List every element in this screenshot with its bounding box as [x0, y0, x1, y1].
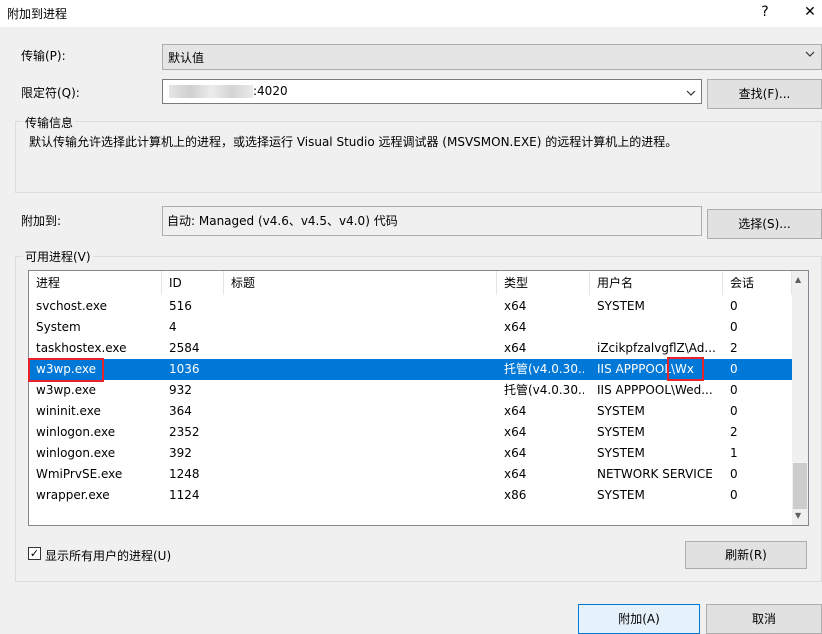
- cell-process: taskhostex.exe: [36, 341, 127, 355]
- scrollbar-thumb[interactable]: [793, 463, 807, 509]
- cell-session: 2: [730, 341, 738, 355]
- qualifier-label: 限定符(Q):: [21, 86, 80, 100]
- qualifier-combobox[interactable]: :4020: [162, 79, 702, 104]
- close-button[interactable]: ✕: [800, 4, 820, 20]
- cell-session: 1: [730, 446, 738, 460]
- cell-session: 0: [730, 383, 738, 397]
- window-title: 附加到进程: [7, 7, 68, 21]
- cell-session: 2: [730, 425, 738, 439]
- select-button[interactable]: 选择(S)...: [707, 209, 822, 239]
- available-processes-label: 可用进程(V): [23, 248, 93, 265]
- table-row[interactable]: wininit.exe 364 x64 SYSTEM 0: [29, 401, 792, 422]
- vertical-scrollbar[interactable]: ▲ ▼: [792, 271, 808, 525]
- column-header-title[interactable]: 标题: [224, 271, 497, 295]
- cell-type: x64: [504, 467, 527, 481]
- cell-id: 516: [169, 299, 192, 313]
- cell-process: wrapper.exe: [36, 488, 110, 502]
- redacted-host: [169, 85, 253, 98]
- cell-id: 4: [169, 320, 177, 334]
- column-header-session[interactable]: 会话: [723, 271, 792, 295]
- cell-process: wininit.exe: [36, 404, 101, 418]
- cell-user: IIS APPPOOL\Wed...: [597, 383, 713, 397]
- transport-dropdown[interactable]: 默认值: [162, 44, 822, 70]
- transport-label: 传输(P):: [21, 49, 66, 63]
- column-header-type[interactable]: 类型: [497, 271, 590, 295]
- table-row[interactable]: System 4 x64 0: [29, 317, 792, 338]
- column-header-user[interactable]: 用户名: [590, 271, 723, 295]
- cell-user: SYSTEM: [597, 404, 645, 418]
- show-all-users-checkbox[interactable]: ✓: [28, 547, 41, 560]
- help-button[interactable]: ?: [755, 4, 775, 20]
- cell-process: svchost.exe: [36, 299, 107, 313]
- cell-user: iZcikpfzalvgflZ\Ad...: [597, 341, 716, 355]
- cell-user: SYSTEM: [597, 299, 645, 313]
- table-row[interactable]: winlogon.exe 2352 x64 SYSTEM 2: [29, 422, 792, 443]
- column-header-process[interactable]: 进程: [29, 271, 162, 295]
- scroll-up-icon[interactable]: ▲: [795, 275, 801, 284]
- cell-user: SYSTEM: [597, 488, 645, 502]
- cell-id: 932: [169, 383, 192, 397]
- highlight-box-process: [28, 358, 104, 382]
- table-row[interactable]: WmiPrvSE.exe 1248 x64 NETWORK SERVICE 0: [29, 464, 792, 485]
- table-row[interactable]: wrapper.exe 1124 x86 SYSTEM 0: [29, 485, 792, 506]
- cell-id: 2584: [169, 341, 200, 355]
- cell-type: x64: [504, 425, 527, 439]
- cell-session: 0: [730, 488, 738, 502]
- attach-to-field: 自动: Managed (v4.6、v4.5、v4.0) 代码: [162, 206, 702, 236]
- transport-info-title: 传输信息: [23, 114, 76, 131]
- refresh-button[interactable]: 刷新(R): [685, 541, 807, 569]
- cell-session: 0: [730, 404, 738, 418]
- transport-info-text: 默认传输允许选择此计算机上的进程，或选择运行 Visual Studio 远程调…: [29, 135, 678, 149]
- transport-info-group: [15, 121, 822, 193]
- cell-process: w3wp.exe: [36, 383, 96, 397]
- cell-process: winlogon.exe: [36, 425, 116, 439]
- cell-type: x64: [504, 320, 527, 334]
- column-header-id[interactable]: ID: [162, 271, 224, 295]
- cell-session: 0: [730, 362, 738, 376]
- cell-type: x64: [504, 446, 527, 460]
- cell-id: 2352: [169, 425, 200, 439]
- cell-session: 0: [730, 299, 738, 313]
- qualifier-value: :4020: [253, 84, 288, 98]
- process-list[interactable]: 进程 ID 标题 类型 用户名 会话 svchost.exe 516 x64 SYST…: [28, 270, 809, 526]
- cell-type: x64: [504, 341, 527, 355]
- attach-button[interactable]: 附加(A): [578, 604, 700, 634]
- title-bar: [0, 0, 822, 27]
- table-row[interactable]: w3wp.exe 932 托管(v4.0.30... IIS APPPOOL\Wed.…: [29, 380, 792, 401]
- cell-user: SYSTEM: [597, 446, 645, 460]
- cell-session: 0: [730, 467, 738, 481]
- cell-user: SYSTEM: [597, 425, 645, 439]
- cell-type: x86: [504, 488, 527, 502]
- cell-user: NETWORK SERVICE: [597, 467, 713, 481]
- cell-process: winlogon.exe: [36, 446, 116, 460]
- scroll-down-icon[interactable]: ▼: [795, 511, 801, 520]
- cell-type: 托管(v4.0.30...: [504, 362, 584, 376]
- cancel-button[interactable]: 取消: [706, 604, 822, 634]
- chevron-down-icon[interactable]: [686, 86, 696, 100]
- find-button[interactable]: 查找(F)...: [707, 79, 822, 109]
- table-row[interactable]: svchost.exe 516 x64 SYSTEM 0: [29, 296, 792, 317]
- chevron-down-icon: [805, 50, 815, 61]
- attach-to-label: 附加到:: [21, 214, 62, 228]
- table-row[interactable]: taskhostex.exe 2584 x64 iZcikpfzalvgflZ\Ad.…: [29, 338, 792, 359]
- cell-process: WmiPrvSE.exe: [36, 467, 123, 481]
- cell-id: 392: [169, 446, 192, 460]
- show-all-users-label[interactable]: 显示所有用户的进程(U): [45, 547, 171, 564]
- cell-type: x64: [504, 404, 527, 418]
- cell-process: System: [36, 320, 81, 334]
- cell-id: 1036: [169, 362, 200, 376]
- cell-id: 1248: [169, 467, 200, 481]
- attach-to-value: 自动: Managed (v4.6、v4.5、v4.0) 代码: [167, 214, 398, 228]
- highlight-box-user: [667, 357, 704, 381]
- transport-value: 默认值: [168, 51, 205, 65]
- cell-id: 1124: [169, 488, 200, 502]
- cell-type: 托管(v4.0.30...: [504, 383, 584, 397]
- table-row[interactable]: winlogon.exe 392 x64 SYSTEM 1: [29, 443, 792, 464]
- cell-type: x64: [504, 299, 527, 313]
- cell-id: 364: [169, 404, 192, 418]
- cell-session: 0: [730, 320, 738, 334]
